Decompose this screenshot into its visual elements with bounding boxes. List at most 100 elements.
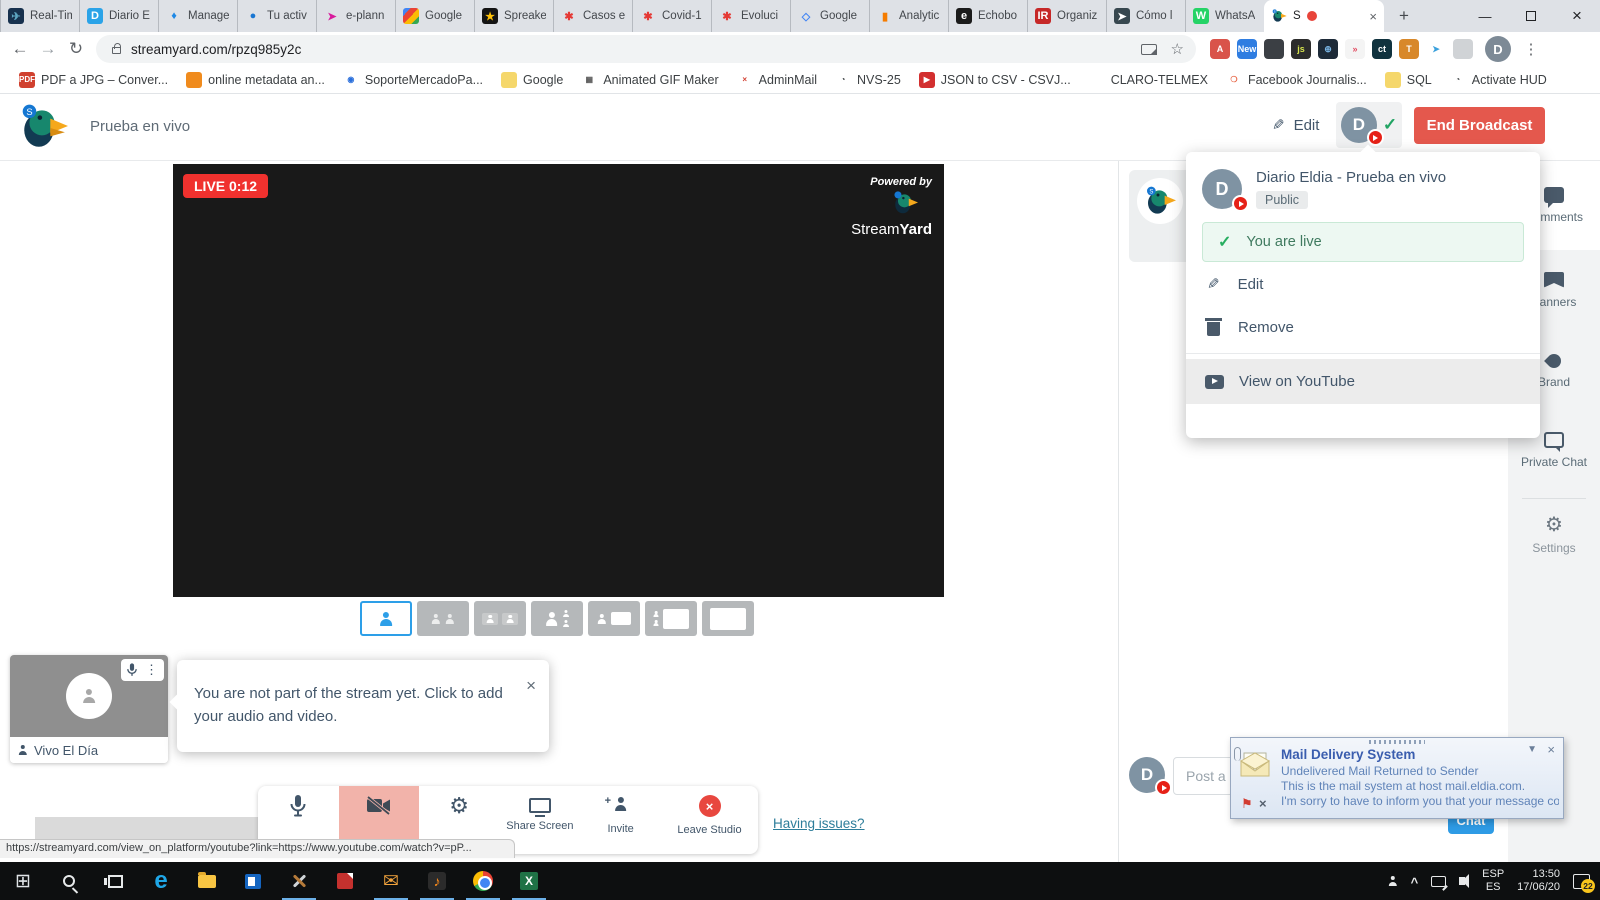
tooltip-close-icon[interactable]: × [526, 673, 536, 699]
browser-tab[interactable]: e Echobo [948, 0, 1027, 32]
taskview-icon[interactable] [92, 862, 138, 900]
edge-icon[interactable]: e [138, 862, 184, 900]
address-bar[interactable]: streamyard.com/rpzq985y2c ☆ [96, 35, 1196, 63]
minimize-button[interactable]: — [1462, 0, 1508, 32]
tablet-tray-icon[interactable] [1431, 876, 1446, 887]
language-indicator[interactable]: ESP ES [1482, 868, 1504, 894]
layout-pip-button[interactable] [588, 601, 640, 636]
notification-minimize-icon[interactable]: ▼ [1527, 744, 1537, 755]
bookmark-item[interactable]: CLARO-TELMEX [1080, 69, 1217, 91]
bookmark-item[interactable]: PDF PDF a JPG – Conver... [10, 69, 177, 91]
leave-studio-button[interactable]: × Leave Studio [661, 786, 758, 854]
reload-icon[interactable]: ↻ [62, 39, 90, 59]
bookmark-star-icon[interactable]: ☆ [1171, 40, 1184, 58]
self-preview-tile[interactable]: ⋮ Vivo El Día [10, 655, 168, 763]
edit-broadcast-button[interactable]: ✎ Edit [1272, 116, 1319, 134]
tools-app-icon[interactable] [276, 862, 322, 900]
url-text[interactable]: streamyard.com/rpzq985y2c [131, 42, 301, 57]
audio-app-icon[interactable]: ♪ [414, 862, 460, 900]
crosshair-extension-icon[interactable]: ⊕ [1318, 39, 1338, 59]
cast-icon[interactable] [1141, 44, 1157, 55]
preview-menu-icon[interactable]: ⋮ [145, 662, 158, 678]
close-tab-icon[interactable]: × [1369, 9, 1377, 24]
invite-button[interactable]: + Invite [580, 786, 661, 854]
end-broadcast-button[interactable]: End Broadcast [1414, 107, 1545, 144]
excel-icon[interactable]: X [506, 862, 552, 900]
layout-split-button[interactable] [417, 601, 469, 636]
browser-tab[interactable]: ★ Spreake [474, 0, 553, 32]
having-issues-link[interactable]: Having issues? [773, 816, 865, 831]
notebook-app-icon[interactable] [230, 862, 276, 900]
browser-tab[interactable]: ▮ Analytic [869, 0, 948, 32]
ct-extension-icon[interactable]: ct [1372, 39, 1392, 59]
bookmark-item[interactable]: × AdminMail [728, 69, 826, 91]
profile-avatar[interactable]: D [1485, 36, 1511, 62]
browser-tab[interactable]: ♦ Manage [158, 0, 237, 32]
notification-title[interactable]: Mail Delivery System [1281, 747, 1415, 762]
dropdown-remove-item[interactable]: Remove [1186, 306, 1540, 349]
speaker-icon[interactable] [1459, 877, 1465, 885]
start-icon[interactable]: ⊞ [0, 862, 46, 900]
hidden-icons-chevron[interactable]: ^ [1411, 875, 1419, 890]
layout-sidebar-button[interactable] [531, 601, 583, 636]
bookmark-item[interactable]: ◉ SoporteMercadoPa... [334, 69, 492, 91]
delete-mail-icon[interactable]: × [1259, 796, 1267, 811]
bookmark-item[interactable]: ▶ JSON to CSV - CSVJ... [910, 69, 1080, 91]
view-on-youtube-item[interactable]: View on YouTube [1186, 359, 1540, 404]
close-window-button[interactable]: × [1554, 0, 1600, 32]
browser-tab[interactable]: ➤ Cómo l [1106, 0, 1185, 32]
bookmark-item[interactable]: online metadata an... [177, 69, 334, 91]
browser-tab[interactable]: ➤ e-plann [316, 0, 395, 32]
maximize-button[interactable] [1508, 0, 1554, 32]
new-tab-button[interactable]: + [1390, 2, 1418, 30]
browser-tab[interactable]: ✱ Covid-1 [632, 0, 711, 32]
clock[interactable]: 13:50 17/06/20 [1517, 868, 1560, 894]
bookmark-item[interactable]: ◔ NVS-25 [826, 69, 910, 91]
dropdown-edit-item[interactable]: ✎ Edit [1186, 262, 1540, 306]
browser-tab[interactable]: Google [395, 0, 474, 32]
mic-icon[interactable] [127, 663, 137, 677]
browser-tab[interactable]: ◇ Google [790, 0, 869, 32]
bookmark-item[interactable]: ❍ Facebook Journalis... [1217, 69, 1376, 91]
bookmark-item[interactable]: ▦ Animated GIF Maker [572, 69, 727, 91]
back-icon[interactable]: ← [6, 39, 34, 59]
layout-list-button[interactable] [645, 601, 697, 636]
mail-notification-popup[interactable]: Mail Delivery System Undelivered Mail Re… [1230, 737, 1564, 819]
puzzle-extension-icon[interactable] [1453, 39, 1473, 59]
pdf-extension-icon[interactable]: A [1210, 39, 1230, 59]
bookmark-item[interactable]: Google [492, 69, 572, 91]
browser-tab[interactable]: W WhatsA [1185, 0, 1264, 32]
browser-tab[interactable]: D Diario E [79, 0, 158, 32]
spy-extension-icon[interactable] [1264, 39, 1284, 59]
bookmark-item[interactable]: SQL [1376, 69, 1441, 91]
outlook-icon[interactable]: ✉ [368, 862, 414, 900]
people-tray-icon[interactable] [1388, 876, 1398, 886]
forward-icon[interactable]: → [34, 39, 62, 59]
drag-grip-icon[interactable] [1369, 740, 1425, 744]
layout-solo-button[interactable] [360, 601, 412, 636]
layout-thumbnails-button[interactable] [474, 601, 526, 636]
browser-tab[interactable]: ✱ Casos e [553, 0, 632, 32]
search-icon[interactable] [46, 862, 92, 900]
invid-extension-icon[interactable]: » [1345, 39, 1365, 59]
notification-center-icon[interactable]: 22 [1573, 874, 1590, 889]
browser-tab[interactable]: ✱ Evoluci [711, 0, 790, 32]
red-app-icon[interactable] [322, 862, 368, 900]
js-extension-icon[interactable]: js [1291, 39, 1311, 59]
browser-menu-icon[interactable]: ⋮ [1521, 40, 1541, 58]
new-badge-extension-icon[interactable]: New [1237, 39, 1257, 59]
layout-screen-only-button[interactable] [702, 601, 754, 636]
notification-close-icon[interactable]: × [1547, 742, 1555, 757]
chrome-icon[interactable] [460, 862, 506, 900]
browser-tab[interactable]: IR Organiz [1027, 0, 1106, 32]
destination-avatar-button[interactable]: D ✓ [1336, 102, 1402, 148]
explorer-icon[interactable] [184, 862, 230, 900]
browser-tab[interactable]: ● Tu activ [237, 0, 316, 32]
feather-extension-icon[interactable]: ➤ [1426, 39, 1446, 59]
hammer-extension-icon[interactable]: T [1399, 39, 1419, 59]
streamyard-logo[interactable]: S [18, 102, 68, 157]
browser-tab-active-streamyard[interactable]: S S × [1264, 0, 1384, 32]
bookmark-item[interactable]: ◔ Activate HUD [1441, 69, 1556, 91]
flag-icon[interactable]: ⚑ [1241, 796, 1253, 812]
self-preview-video[interactable]: ⋮ [10, 655, 168, 737]
